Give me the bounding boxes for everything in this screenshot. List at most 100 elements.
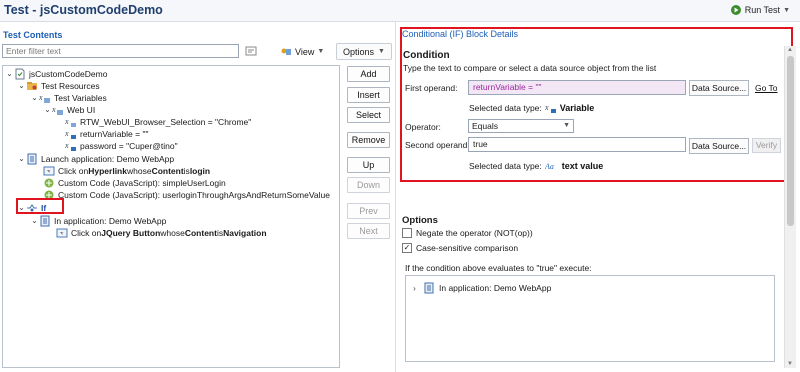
expand-chevron-icon[interactable]: ⌄	[5, 68, 14, 80]
variable-icon: x	[65, 116, 77, 128]
case-sensitive-checkbox-row[interactable]: ✓ Case-sensitive comparison	[402, 243, 518, 253]
selected-type-label: Selected data type:	[469, 161, 542, 171]
scroll-down-icon[interactable]: ▼	[787, 361, 793, 367]
action-icon	[43, 165, 55, 177]
details-scrollbar[interactable]: ▲ ▼	[784, 46, 796, 368]
operator-value: Equals	[472, 121, 498, 131]
second-operand-field[interactable]: true	[468, 137, 686, 152]
svg-text:x: x	[545, 103, 549, 112]
title-bar: Test - jsCustomCodeDemo Run Test ▼	[0, 0, 800, 22]
second-operand-label: Second operand:	[405, 140, 470, 150]
remove-button[interactable]: Remove	[347, 132, 390, 148]
options-title: Options	[402, 215, 438, 226]
expand-chevron-icon[interactable]: ›	[410, 284, 419, 293]
expand-chevron-icon[interactable]: ⌄	[17, 153, 26, 165]
expand-chevron-icon[interactable]: ⌄	[17, 80, 26, 92]
svg-text:x: x	[65, 129, 69, 138]
tree-item-root[interactable]: ⌄ jsCustomCodeDemo	[5, 68, 107, 80]
svg-text:x: x	[65, 141, 69, 150]
chevron-down-icon: ▼	[317, 48, 325, 55]
svg-text:x: x	[39, 93, 43, 102]
svg-text:Aa: Aa	[545, 162, 554, 171]
prev-button[interactable]: Prev	[347, 203, 390, 219]
scroll-up-icon[interactable]: ▲	[787, 47, 793, 53]
expand-chevron-icon[interactable]: ⌄	[30, 92, 39, 104]
variable-icon: x	[65, 140, 77, 152]
tree-item-click-jquery[interactable]: Click on JQuery Button whose Content is …	[56, 227, 267, 239]
action-icon	[56, 227, 68, 239]
test-contents-title: Test Contents	[3, 30, 63, 40]
second-type-line: Selected data type: Aa text value	[469, 160, 603, 172]
chevron-down-icon[interactable]: ▼	[783, 7, 790, 14]
tree-item-variable-return[interactable]: x returnVariable = ""	[65, 128, 148, 140]
chevron-down-icon: ▼	[563, 122, 570, 129]
data-source-button-1[interactable]: Data Source...	[689, 80, 749, 96]
first-operand-field[interactable]: returnVariable = ""	[468, 80, 686, 95]
view-menu-button[interactable]: View ▼	[280, 44, 324, 59]
tree-item-test-resources[interactable]: ⌄ Test Resources	[17, 80, 99, 92]
scroll-thumb[interactable]	[787, 56, 794, 226]
resources-icon	[26, 80, 38, 92]
tree-item-custom-code-login[interactable]: Custom Code (JavaScript): simpleUserLogi…	[43, 177, 226, 189]
tree-item-web-ui[interactable]: ⌄ x Web UI	[43, 104, 95, 116]
tree-item-variable-browser[interactable]: x RTW_WebUI_Browser_Selection = "Chrome"	[65, 116, 251, 128]
down-button[interactable]: Down	[347, 177, 390, 193]
insert-button[interactable]: Insert	[347, 87, 390, 103]
run-test-label: Run Test	[744, 5, 781, 15]
operator-select[interactable]: Equals ▼	[468, 119, 574, 133]
condition-description: Type the text to compare or select a dat…	[403, 63, 657, 73]
expand-chevron-icon[interactable]: ⌄	[30, 215, 39, 227]
view-label: View	[295, 46, 315, 57]
application-icon	[26, 153, 38, 165]
svg-text:x: x	[65, 117, 69, 126]
view-icon	[281, 48, 291, 55]
run-icon	[730, 5, 741, 15]
first-type-value: Variable	[559, 103, 595, 113]
tree-item-launch-app[interactable]: ⌄ Launch application: Demo WebApp	[17, 153, 174, 165]
tree-item-test-variables[interactable]: ⌄ x Test Variables	[30, 92, 107, 104]
tree-item-custom-code-args[interactable]: Custom Code (JavaScript): userloginThrou…	[43, 189, 330, 201]
details-pane: Conditional (IF) Block Details Condition…	[396, 22, 800, 372]
select-button[interactable]: Select	[347, 107, 390, 123]
execute-tree[interactable]: › In application: Demo WebApp	[405, 275, 775, 362]
editor-title: Test - jsCustomCodeDemo	[4, 3, 163, 17]
expand-chevron-icon[interactable]: ⌄	[43, 104, 52, 116]
test-contents-pane: Test Contents View ▼ Options ▼ ⌄ jsCusto…	[0, 22, 396, 372]
verify-button[interactable]: Verify	[752, 138, 781, 153]
tree-item-variable-password[interactable]: x password = "Cuper@tino"	[65, 140, 178, 152]
second-type-value: text value	[561, 161, 604, 171]
test-contents-tree[interactable]: ⌄ jsCustomCodeDemo ⌄ Test Resources ⌄ x …	[2, 65, 340, 368]
exec-tree-item[interactable]: › In application: Demo WebApp	[410, 282, 551, 294]
test-icon	[14, 68, 26, 80]
web-variables-icon: x	[52, 104, 64, 116]
tree-item-in-application[interactable]: ⌄ In application: Demo WebApp	[30, 215, 166, 227]
negate-checkbox-row[interactable]: Negate the operator (NOT(op))	[402, 228, 533, 238]
exec-item-label: In application: Demo WebApp	[439, 283, 552, 293]
svg-text:x: x	[52, 105, 56, 114]
filter-icon[interactable]	[245, 45, 257, 57]
options-button[interactable]: Options ▼	[336, 43, 392, 60]
up-button[interactable]: Up	[347, 157, 390, 173]
negate-label: Negate the operator (NOT(op))	[416, 228, 533, 238]
variables-icon: x	[39, 92, 51, 104]
custom-code-icon	[43, 177, 55, 189]
filter-input[interactable]	[2, 44, 239, 58]
case-sensitive-label: Case-sensitive comparison	[416, 243, 519, 253]
tree-item-click-hyperlink[interactable]: Click on Hyperlink whose Content is logi…	[43, 165, 210, 177]
if-highlight-box	[16, 198, 64, 214]
run-test-button[interactable]: Run Test ▼	[730, 4, 790, 16]
negate-checkbox[interactable]	[402, 228, 412, 238]
selected-type-label: Selected data type:	[469, 103, 542, 113]
if-execute-label: If the condition above evaluates to "tru…	[405, 263, 592, 273]
condition-title: Condition	[403, 50, 450, 61]
next-button[interactable]: Next	[347, 223, 390, 239]
first-type-line: Selected data type: x Variable	[469, 102, 594, 114]
case-sensitive-checkbox[interactable]: ✓	[402, 243, 412, 253]
application-icon	[39, 215, 51, 227]
goto-link[interactable]: Go To	[755, 83, 778, 93]
operator-label: Operator:	[405, 122, 441, 132]
variable-icon: x	[65, 128, 77, 140]
add-button[interactable]: Add	[347, 66, 390, 82]
data-source-button-2[interactable]: Data Source...	[689, 138, 749, 154]
options-label: Options	[343, 46, 375, 57]
